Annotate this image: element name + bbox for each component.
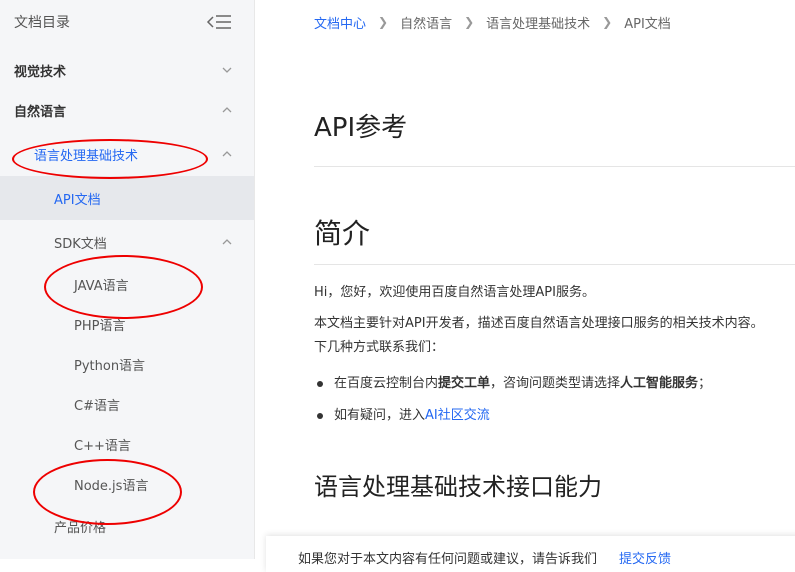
sidebar-item-vision[interactable]: 视觉技术 xyxy=(0,48,254,92)
page-title: API参考 xyxy=(314,113,408,143)
sidebar-item-label: 视觉技术 xyxy=(14,64,67,80)
list-item: 如有疑问，进入AI社区交流 xyxy=(314,405,795,427)
sidebar-item-sdk-doc[interactable]: SDK文档 xyxy=(0,220,254,264)
chevron-up-icon xyxy=(222,151,232,157)
contact-list: 在百度云控制台内提交工单，咨询问题类型请选择人工智能服务； 如有疑问，进入AI社… xyxy=(314,373,795,427)
sidebar-item-api-doc[interactable]: API文档 xyxy=(0,176,254,220)
sidebar-item-label: 语言处理基础技术 xyxy=(34,148,139,164)
sidebar-item-python[interactable]: Python语言 xyxy=(0,344,254,384)
sidebar-item-label: C++语言 xyxy=(74,438,131,454)
sidebar-item-nodejs[interactable]: Node.js语言 xyxy=(0,464,254,504)
sidebar-item-label: Python语言 xyxy=(74,358,146,374)
bullet-text: ； xyxy=(698,376,712,391)
chevron-up-icon xyxy=(222,107,232,113)
chevron-up-icon xyxy=(222,239,232,245)
capability-heading: 语言处理基础技术接口能力 xyxy=(314,473,602,501)
bullet-text: 如有疑问，进入 xyxy=(334,408,426,423)
bullet-bold: 提交工单 xyxy=(438,376,491,391)
divider xyxy=(314,166,795,167)
sidebar: 文档目录 视觉技术 自然语言 语言处理基础技术 API文档 SDK文档 JAVA… xyxy=(0,0,255,559)
chevron-right-icon: ❯ xyxy=(378,15,389,29)
sidebar-item-label: SDK文档 xyxy=(54,236,107,252)
sidebar-item-label: 自然语言 xyxy=(14,104,67,120)
feedback-bar: 如果您对于本文内容有任何问题或建议，请告诉我们 提交反馈 xyxy=(266,536,795,572)
sidebar-header: 文档目录 xyxy=(0,0,254,44)
sidebar-item-csharp[interactable]: C#语言 xyxy=(0,384,254,424)
intro-heading: 简介 xyxy=(314,217,371,250)
list-item: 在百度云控制台内提交工单，咨询问题类型请选择人工智能服务； xyxy=(314,373,795,395)
bullet-text: ，咨询问题类型请选择 xyxy=(490,376,621,391)
bullet-bold: 人工智能服务 xyxy=(620,376,699,391)
sidebar-item-cpp[interactable]: C++语言 xyxy=(0,424,254,464)
chevron-down-icon xyxy=(222,67,232,73)
sidebar-item-label: C#语言 xyxy=(74,398,120,414)
sidebar-item-php[interactable]: PHP语言 xyxy=(0,304,254,344)
sidebar-item-label: API文档 xyxy=(54,192,101,208)
chevron-right-icon: ❯ xyxy=(602,15,613,29)
sidebar-item-nlp[interactable]: 自然语言 xyxy=(0,88,254,132)
sidebar-item-label: 产品价格 xyxy=(54,520,107,536)
chevron-right-icon: ❯ xyxy=(464,15,475,29)
sidebar-title: 文档目录 xyxy=(14,15,70,31)
sidebar-item-label: JAVA语言 xyxy=(74,278,129,294)
sidebar-item-basic-nlp[interactable]: 语言处理基础技术 xyxy=(0,132,254,176)
feedback-text: 如果您对于本文内容有任何问题或建议，请告诉我们 xyxy=(298,552,598,567)
breadcrumb: 文档中心 ❯ 自然语言 ❯ 语言处理基础技术 ❯ API文档 xyxy=(255,0,795,44)
article: API参考 简介 Hi，您好，欢迎使用百度自然语言处理API服务。 本文档主要针… xyxy=(314,108,795,502)
sidebar-item-label: PHP语言 xyxy=(74,318,126,334)
sidebar-item-label: Node.js语言 xyxy=(74,478,149,494)
submit-feedback-link[interactable]: 提交反馈 xyxy=(619,548,671,567)
ai-community-link[interactable]: AI社区交流 xyxy=(425,408,490,423)
greeting-text: Hi，您好，欢迎使用百度自然语言处理API服务。 xyxy=(314,285,595,300)
breadcrumb-doc-center[interactable]: 文档中心 xyxy=(314,13,366,32)
collapse-menu-icon[interactable] xyxy=(206,14,232,30)
bullet-text: 在百度云控制台内 xyxy=(334,376,439,391)
breadcrumb-basic-nlp[interactable]: 语言处理基础技术 xyxy=(486,13,590,32)
sidebar-item-pricing[interactable]: 产品价格 xyxy=(0,504,254,548)
breadcrumb-nlp[interactable]: 自然语言 xyxy=(400,13,452,32)
description-line-1: 本文档主要针对API开发者，描述百度自然语言处理接口服务的相关技术内容。 xyxy=(314,316,764,331)
sidebar-item-java[interactable]: JAVA语言 xyxy=(0,264,254,304)
description-line-2: 下几种方式联系我们： xyxy=(314,340,445,355)
main-content: 文档中心 ❯ 自然语言 ❯ 语言处理基础技术 ❯ API文档 API参考 简介 … xyxy=(255,0,795,559)
divider xyxy=(314,264,795,265)
breadcrumb-api-doc: API文档 xyxy=(624,16,671,32)
